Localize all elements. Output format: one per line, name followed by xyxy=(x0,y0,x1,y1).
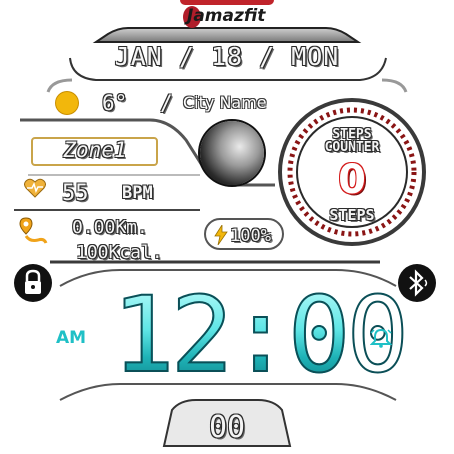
lightning-icon xyxy=(214,225,228,245)
ampm-indicator: AM xyxy=(56,328,87,348)
distance-value[interactable]: 0.00Km. xyxy=(72,217,148,238)
steps-title-line2: COUNTER xyxy=(324,140,380,155)
steps-value[interactable]: 0 xyxy=(330,157,374,203)
alarm-bell-icon[interactable] xyxy=(370,328,392,348)
city-name[interactable]: City Name xyxy=(183,93,267,112)
heart-rate-icon xyxy=(24,178,46,198)
lock-icon xyxy=(25,269,41,294)
calories-value[interactable]: 100Kcal. xyxy=(76,242,163,263)
route-icon xyxy=(19,217,48,244)
steps-label: STEPS xyxy=(329,206,375,224)
brand-bar xyxy=(180,0,274,5)
sun-icon xyxy=(56,92,78,114)
battery-value[interactable]: 100% xyxy=(230,226,271,246)
steps-title: STEPS COUNTER xyxy=(292,128,412,154)
date-display[interactable]: JAN / 18 / MON xyxy=(70,42,384,71)
time-display[interactable]: 12:00 xyxy=(111,279,410,391)
heart-rate-unit: BPM xyxy=(122,183,153,203)
brand-logo: Jamazfit xyxy=(187,6,266,26)
heart-rate-value[interactable]: 55 xyxy=(62,181,89,206)
moon-phase-icon xyxy=(200,121,264,185)
temperature-value[interactable]: 6° xyxy=(102,91,127,115)
lock-button[interactable] xyxy=(14,264,52,302)
weather-separator: / xyxy=(160,91,173,115)
zone-label: Zone1 xyxy=(63,138,127,162)
seconds-display: 00 xyxy=(208,410,246,445)
